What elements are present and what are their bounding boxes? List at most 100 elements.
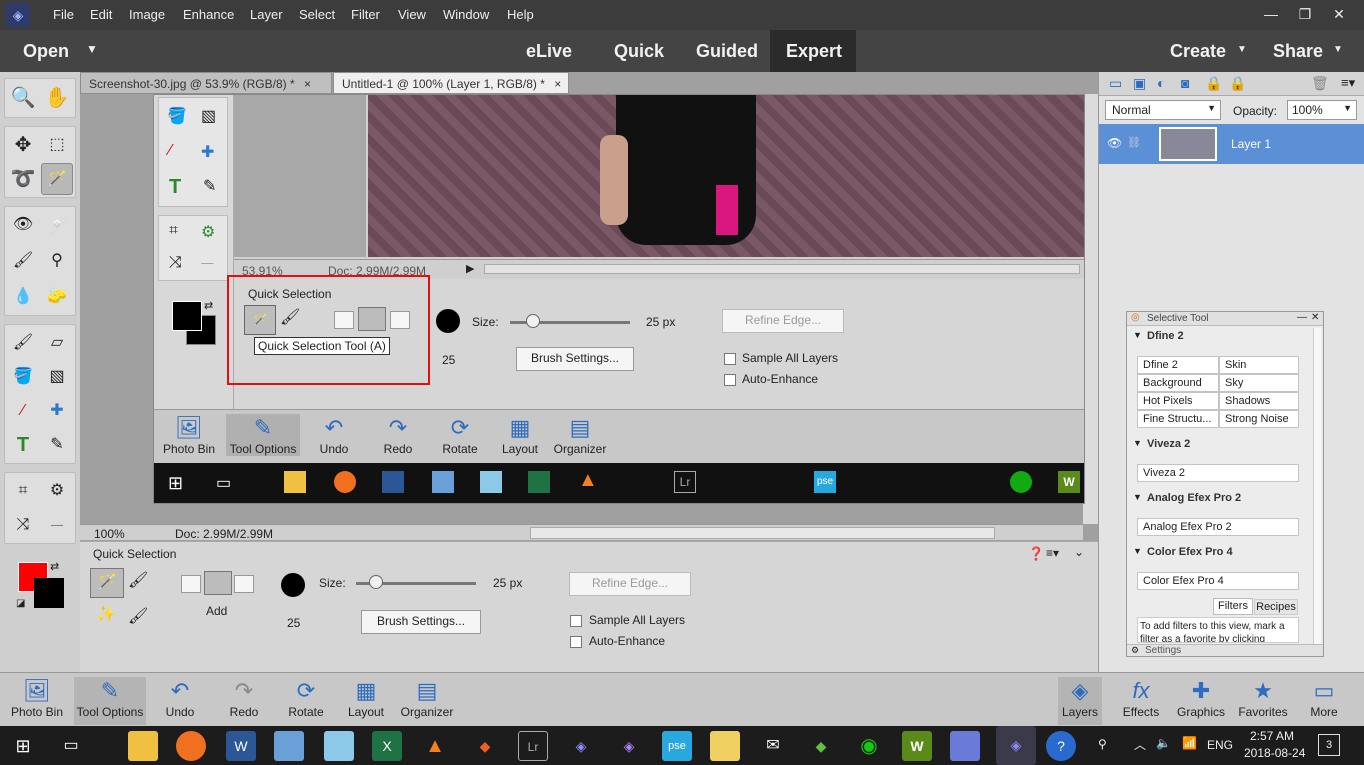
filter-fine-structure[interactable]: Fine Structu... <box>1137 410 1219 428</box>
settings-icon[interactable]: ⚙ <box>1131 645 1139 656</box>
layers-menu-icon[interactable]: ≡▾ <box>1341 75 1355 91</box>
undo-button[interactable]: ↶ Undo <box>146 677 214 719</box>
crop-tool-icon[interactable]: ⌗ <box>7 475 39 507</box>
share-dropdown-icon[interactable]: ▼ <box>1333 44 1343 55</box>
menu-filter[interactable]: Filter <box>351 7 380 22</box>
expand-icon[interactable]: ▼ <box>1133 546 1142 556</box>
section-analog-efex[interactable]: Analog Efex Pro 2 <box>1147 492 1241 504</box>
organizer-button[interactable]: ▤ Organizer <box>392 677 462 719</box>
straighten-tool-icon[interactable]: ⏤ <box>41 509 73 541</box>
tab-close-icon[interactable]: × <box>304 77 311 91</box>
blend-mode-select[interactable]: Normal ▼ <box>1105 100 1221 120</box>
gradient-tool-icon[interactable]: ▧ <box>41 361 73 393</box>
lightroom-icon[interactable]: Lr <box>518 731 548 761</box>
filter-viveza-2[interactable]: Viveza 2 <box>1137 464 1299 482</box>
filter-shadows[interactable]: Shadows <box>1219 392 1299 410</box>
close-window-icon[interactable]: ✕ <box>1322 0 1356 30</box>
subtract-selection-button[interactable] <box>234 575 254 593</box>
section-viveza-2[interactable]: Viveza 2 <box>1147 438 1190 450</box>
pencil-tool-icon[interactable]: ✎ <box>41 429 73 461</box>
new-selection-button[interactable] <box>181 575 201 593</box>
hand-tool-icon[interactable]: ✋ <box>41 82 73 114</box>
custom-shape-icon[interactable]: ✚ <box>41 395 73 427</box>
people-icon[interactable]: ⚲ <box>1098 737 1107 751</box>
content-aware-move-icon[interactable]: ⤨ <box>7 509 39 541</box>
sponge-tool-icon[interactable]: 🧽 <box>41 281 73 313</box>
auto-enhance-checkbox[interactable] <box>570 636 582 648</box>
close-panel-icon[interactable]: ✕ <box>1311 312 1319 323</box>
sample-all-layers-checkbox[interactable] <box>570 615 582 627</box>
minimize-panel-icon[interactable]: — <box>1297 312 1307 323</box>
paint-bucket-icon[interactable]: 🪣 <box>7 361 39 393</box>
fill-adjustment-icon[interactable]: ◐ <box>1157 75 1165 91</box>
section-dfine-2[interactable]: Dfine 2 <box>1147 330 1184 342</box>
notifications-icon[interactable]: 3 <box>1318 734 1340 756</box>
horizontal-scrollbar[interactable] <box>530 527 995 539</box>
tray-chevron-icon[interactable]: ︿ <box>1134 736 1146 753</box>
layers-button[interactable]: ◈ Layers <box>1058 677 1102 725</box>
zoom-tool-icon[interactable]: 🔍 <box>7 82 39 114</box>
pse-icon[interactable]: pse <box>662 731 692 761</box>
help-tray-icon[interactable]: ? <box>1046 731 1076 761</box>
eraser-tool-icon[interactable]: ▱ <box>41 327 73 359</box>
eyedropper-icon[interactable]: ⁄ <box>7 395 39 427</box>
red-eye-tool-icon[interactable]: 👁 <box>7 209 39 241</box>
marquee-tool-icon[interactable]: ⬚ <box>41 129 73 161</box>
blur-tool-icon[interactable]: 💧 <box>7 281 39 313</box>
tab-filters[interactable]: Filters <box>1213 598 1253 615</box>
vlc-icon[interactable]: ▲ <box>420 731 450 761</box>
tab-close-icon[interactable]: × <box>554 77 561 91</box>
clone-stamp-icon[interactable]: ⚲ <box>41 245 73 277</box>
minimize-icon[interactable]: — <box>1254 0 1288 30</box>
quick-selection-tool-icon[interactable]: 🪄 <box>41 163 73 195</box>
lock-all-icon[interactable]: 🔒 <box>1229 75 1246 92</box>
expand-icon[interactable]: ▼ <box>1133 330 1142 340</box>
filter-hot-pixels[interactable]: Hot Pixels <box>1137 392 1219 410</box>
menu-file[interactable]: File <box>53 7 74 22</box>
favorites-button[interactable]: ★ Favorites <box>1228 677 1298 719</box>
share-button[interactable]: Share <box>1273 41 1323 62</box>
move-tool-icon[interactable]: ✥ <box>7 129 39 161</box>
volume-icon[interactable]: 🔈 <box>1156 736 1171 750</box>
mail-icon[interactable]: ✉ <box>758 731 788 761</box>
menu-edit[interactable]: Edit <box>90 7 112 22</box>
doc-app-icon[interactable] <box>950 731 980 761</box>
tab-screenshot-30[interactable]: Screenshot-30.jpg @ 53.9% (RGB/8) * × <box>80 72 332 94</box>
word-icon[interactable]: W <box>226 731 256 761</box>
swap-colors-icon[interactable]: ⇄ <box>50 560 59 573</box>
menu-layer[interactable]: Layer <box>250 7 283 22</box>
w-app-icon[interactable]: W <box>902 731 932 761</box>
graphics-button[interactable]: ✚ Graphics <box>1166 677 1236 719</box>
vertical-scrollbar[interactable] <box>1083 94 1098 524</box>
create-dropdown-icon[interactable]: ▼ <box>1237 44 1247 55</box>
filter-strong-noise[interactable]: Strong Noise <box>1219 410 1299 428</box>
menu-enhance[interactable]: Enhance <box>183 7 234 22</box>
filter-skin[interactable]: Skin <box>1219 356 1299 374</box>
network-icon[interactable]: 📶 <box>1182 736 1197 750</box>
opacity-field[interactable]: 100% ▼ <box>1287 100 1357 120</box>
premiere-elements-icon[interactable]: ◈ <box>566 731 596 761</box>
redo-button[interactable]: ↷ Redo <box>210 677 278 719</box>
filter-dfine-2[interactable]: Dfine 2 <box>1137 356 1219 374</box>
recompose-tool-icon[interactable]: ⚙ <box>41 475 73 507</box>
selection-brush-icon[interactable]: 🖌 <box>128 570 148 590</box>
menu-select[interactable]: Select <box>299 7 335 22</box>
magic-wand-icon[interactable]: ✨ <box>96 604 116 624</box>
selective-scrollbar[interactable] <box>1313 328 1321 648</box>
clock-date[interactable]: 2018-08-24 <box>1244 746 1305 760</box>
filter-analog-efex[interactable]: Analog Efex Pro 2 <box>1137 518 1299 536</box>
layer-row[interactable]: 👁 ⛓ Layer 1 <box>1099 124 1364 164</box>
app-logo-icon[interactable]: ◈ <box>6 3 30 27</box>
organizer-app-icon[interactable]: ◈ <box>614 731 644 761</box>
new-layer-icon[interactable]: ▭ <box>1109 75 1122 92</box>
default-colors-icon[interactable]: ◪ <box>16 598 25 609</box>
sims-icon[interactable]: ◆ <box>806 731 836 761</box>
add-selection-button[interactable] <box>204 571 232 595</box>
lasso-tool-icon[interactable]: ➰ <box>7 163 39 195</box>
photo-bin-button[interactable]: 🖼 Photo Bin <box>2 677 72 719</box>
brush-preview-icon[interactable] <box>281 573 305 597</box>
help-icon[interactable]: ❓ <box>1028 546 1044 562</box>
layout-button[interactable]: ▦ Layout <box>332 677 400 719</box>
visibility-eye-icon[interactable]: 👁 <box>1107 136 1122 150</box>
clock-time[interactable]: 2:57 AM <box>1250 729 1294 743</box>
